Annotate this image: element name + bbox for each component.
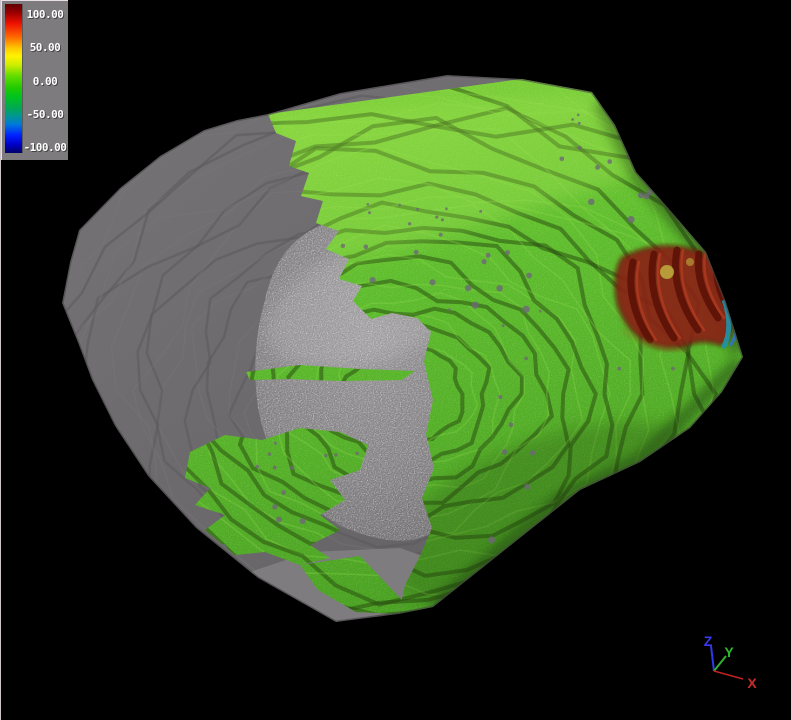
color-scale-tick: -50.00	[23, 108, 67, 121]
y-axis-label: Y	[724, 644, 734, 660]
color-scale-tick: 50.00	[23, 41, 67, 54]
viewport-3d[interactable]: Z Y X 100.00 50.00 0.00 -50.00 -100.00	[0, 0, 791, 720]
color-scale-gradient	[5, 4, 23, 153]
z-axis-label: Z	[704, 633, 713, 649]
color-scale-tick-min: -100.00	[23, 141, 67, 154]
color-scale-labels: 100.00 50.00 0.00 -50.00 -100.00	[23, 8, 67, 154]
color-scale-panel: 100.00 50.00 0.00 -50.00 -100.00	[1, 0, 68, 160]
x-axis-label: X	[747, 675, 757, 691]
color-scale-tick-zero: 0.00	[23, 75, 67, 88]
pit-scene-svg: Z Y X	[0, 0, 791, 720]
color-scale-tick-max: 100.00	[23, 8, 67, 21]
